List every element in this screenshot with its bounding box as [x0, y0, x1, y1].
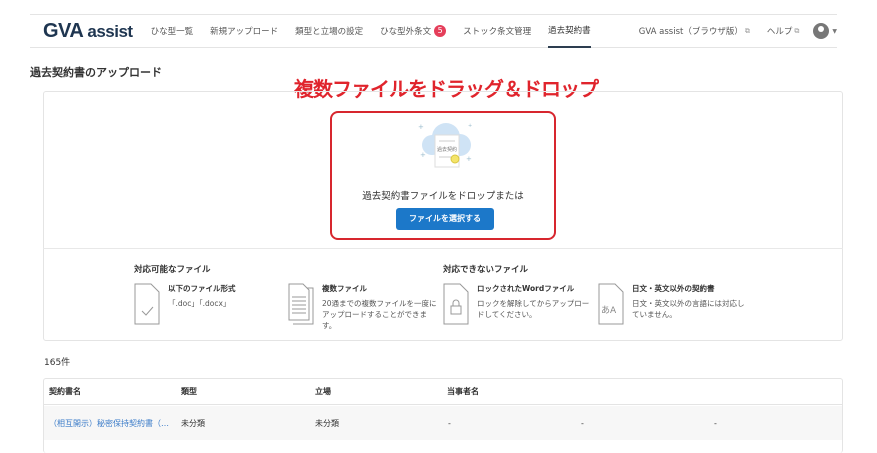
nav-new-upload[interactable]: 新規アップロード	[210, 15, 278, 48]
top-nav: GVA assist ひな型一覧 新規アップロード 類型と立場の設定 ひな型外条文…	[30, 15, 837, 48]
external-link-icon: ⧉	[744, 26, 750, 35]
logo-sub: assist	[87, 21, 133, 41]
drop-zone[interactable]: 過去契約 + + + + 過去契約書ファイルをドロップまたは ファイルを選択する	[330, 111, 556, 240]
item-title: 複数ファイル	[322, 284, 367, 293]
nav-stock-clauses[interactable]: ストック条文管理	[463, 15, 531, 48]
locked-word-item: ロックされたWordファイルロックを解除してからアップロードしてください。	[443, 283, 593, 325]
table-row[interactable]: （相互開示）秘密保持契約書（… 未分類 未分類 - - -	[44, 406, 842, 440]
cell-party: -	[581, 418, 584, 428]
item-title: ロックされたWordファイル	[477, 284, 575, 293]
svg-text:+: +	[420, 151, 426, 159]
cell-position: 未分類	[315, 418, 339, 428]
multiple-files-item: 複数ファイル 20通までの複数ファイルを一度にアップロードすることができます。	[288, 283, 438, 331]
nav-type-settings[interactable]: 類型と立場の設定	[295, 15, 363, 48]
divider	[43, 248, 843, 249]
cloud-upload-icon: 過去契約 + + + +	[418, 123, 472, 168]
help-link[interactable]: ヘルプ ⧉	[767, 15, 800, 48]
cell-type: 未分類	[181, 418, 205, 428]
item-desc: 日文・英文以外の言語には対応していません。	[632, 299, 745, 319]
nav-non-template-clauses[interactable]: ひな型外条文 5	[380, 15, 447, 48]
count-badge: 5	[434, 25, 447, 37]
supported-heading: 対応可能なファイル	[134, 265, 211, 275]
multiple-files-icon	[288, 283, 314, 325]
browser-version-label: GVA assist（ブラウザ版）	[638, 27, 743, 37]
svg-text:+: +	[418, 123, 424, 131]
item-title: 以下のファイル形式	[168, 284, 236, 293]
contract-name-link[interactable]: （相互開示）秘密保持契約書（…	[49, 418, 169, 429]
col-name[interactable]: 契約書名	[49, 386, 81, 397]
lock-file-icon	[443, 283, 469, 325]
chevron-down-icon[interactable]: ▼	[832, 28, 837, 35]
svg-text:+: +	[468, 123, 472, 129]
item-desc: 20通までの複数ファイルを一度にアップロードすることができます。	[322, 299, 437, 330]
col-parties[interactable]: 当事者名	[447, 386, 479, 397]
language-icon-text: あA	[601, 305, 617, 316]
browser-version-link[interactable]: GVA assist（ブラウザ版） ⧉	[639, 15, 750, 48]
help-label: ヘルプ	[766, 27, 793, 37]
external-link-icon: ⧉	[794, 26, 800, 35]
contracts-table: 契約書名 類型 立場 当事者名 （相互開示）秘密保持契約書（… 未分類 未分類 …	[43, 378, 843, 453]
user-avatar-icon[interactable]	[813, 23, 830, 39]
table-header: 契約書名 類型 立場 当事者名	[44, 379, 842, 405]
svg-text:+: +	[466, 155, 472, 163]
result-count: 165件	[44, 358, 71, 368]
cell-party: -	[714, 418, 717, 428]
language-file-icon: あA	[598, 283, 624, 325]
item-title: 日文・英文以外の契約書	[632, 284, 715, 293]
item-desc: 「.doc」「.docx」	[168, 299, 231, 308]
drop-text: 過去契約書ファイルをドロップまたは	[362, 191, 524, 202]
item-desc: ロックを解除してからアップロードしてください。	[477, 299, 590, 319]
select-file-button[interactable]: ファイルを選択する	[396, 208, 494, 230]
col-position[interactable]: 立場	[315, 386, 331, 397]
nav-past-contracts[interactable]: 過去契約書	[548, 15, 591, 48]
unsupported-heading: 対応できないファイル	[443, 265, 529, 275]
cell-party: -	[448, 418, 451, 428]
file-check-icon	[134, 283, 160, 325]
supported-format-item: 以下のファイル形式 「.doc」「.docx」	[134, 283, 236, 325]
logo-main: GVA	[43, 19, 84, 42]
doc-label: 過去契約	[437, 146, 457, 153]
nav-templates[interactable]: ひな型一覧	[151, 15, 194, 48]
non-language-item: あA 日文・英文以外の契約書日文・英文以外の言語には対応していません。	[598, 283, 748, 325]
page-title: 過去契約書のアップロード	[30, 66, 162, 79]
nav-label: ひな型外条文	[380, 27, 432, 37]
col-type[interactable]: 類型	[181, 386, 197, 397]
logo[interactable]: GVA assist	[43, 20, 133, 43]
